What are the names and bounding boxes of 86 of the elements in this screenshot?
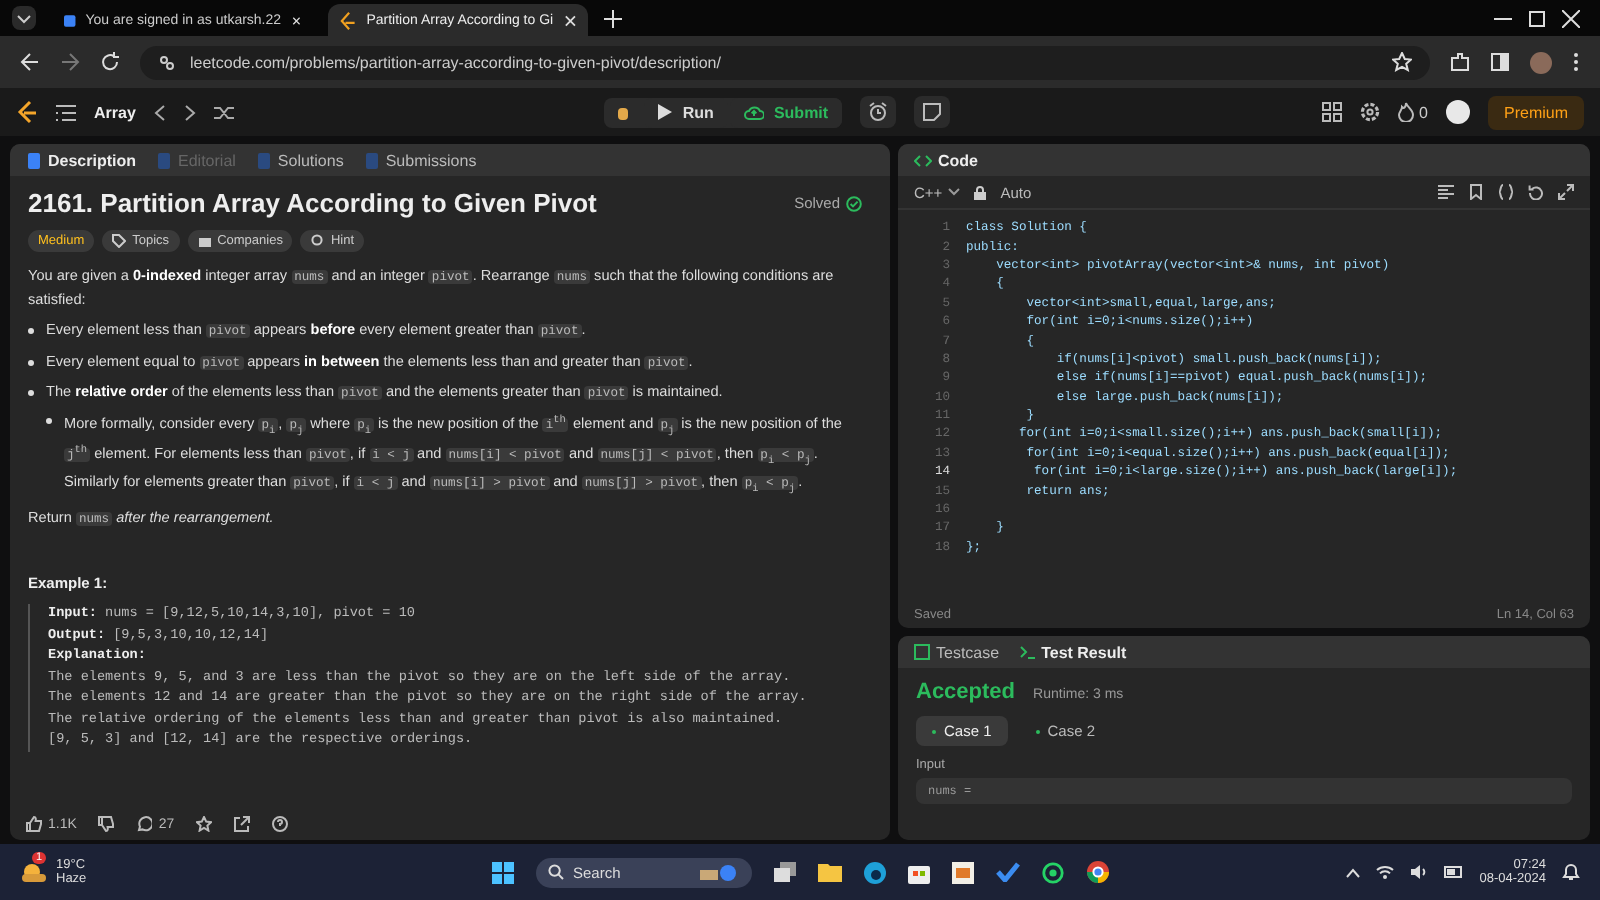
side-panel-icon[interactable] bbox=[1490, 52, 1510, 72]
play-icon bbox=[658, 104, 673, 120]
close-icon[interactable] bbox=[563, 13, 576, 27]
document-icon bbox=[26, 151, 42, 169]
store-icon[interactable] bbox=[907, 861, 929, 883]
widget-drawing bbox=[695, 863, 739, 881]
avatar-icon[interactable] bbox=[1446, 100, 1470, 124]
bug-icon bbox=[614, 103, 633, 121]
folder-icon[interactable] bbox=[817, 862, 841, 882]
list-icon[interactable] bbox=[56, 103, 76, 121]
tab-search-button[interactable] bbox=[12, 6, 36, 30]
dislike-icon[interactable] bbox=[98, 816, 115, 832]
app-icon[interactable] bbox=[951, 861, 973, 883]
panel-tab[interactable]: Test Result bbox=[1019, 643, 1127, 661]
expand-icon[interactable] bbox=[1558, 184, 1574, 200]
forward-icon[interactable] bbox=[60, 52, 80, 72]
panel-tab[interactable]: Testcase bbox=[914, 643, 1000, 661]
star-icon[interactable] bbox=[196, 816, 213, 832]
terminal-icon bbox=[1019, 644, 1036, 660]
search-icon bbox=[547, 864, 563, 880]
alarm-clock-icon bbox=[868, 102, 889, 122]
problem-title: 2161. Partition Array According to Given Pivot bbox=[28, 188, 599, 218]
tag-icon bbox=[112, 234, 127, 248]
maximize-icon[interactable] bbox=[1528, 9, 1546, 27]
notes-button[interactable] bbox=[914, 96, 951, 128]
address-bar[interactable]: leetcode.com/problems/partition-array-according-to-given-pivot/description/ bbox=[140, 45, 1430, 79]
document-icon bbox=[255, 151, 272, 169]
close-icon[interactable] bbox=[291, 13, 300, 27]
bullet-dot bbox=[46, 417, 52, 423]
panel-tab[interactable]: Code bbox=[914, 151, 978, 169]
flame-icon bbox=[1397, 102, 1414, 122]
speaker-icon[interactable] bbox=[1409, 864, 1428, 880]
verdict-label: Accepted bbox=[916, 680, 1016, 704]
star-icon[interactable] bbox=[1392, 52, 1412, 72]
back-icon[interactable] bbox=[20, 52, 40, 72]
format-icon[interactable] bbox=[1438, 184, 1454, 200]
lock-icon bbox=[974, 185, 987, 199]
checkbox-icon bbox=[914, 644, 930, 660]
site-icon bbox=[64, 11, 76, 29]
timer-button[interactable] bbox=[860, 96, 897, 128]
site-icon bbox=[340, 11, 357, 29]
braces-icon[interactable] bbox=[1498, 184, 1514, 200]
problem-list-link[interactable]: Array bbox=[94, 103, 136, 121]
chevron-right-icon[interactable] bbox=[183, 103, 196, 121]
new-tab-icon[interactable] bbox=[604, 9, 622, 27]
chevron-left-icon[interactable] bbox=[153, 103, 166, 121]
code-icon bbox=[914, 153, 932, 167]
panel-tab[interactable]: Submissions bbox=[363, 151, 477, 169]
windows-logo-icon[interactable] bbox=[491, 861, 513, 883]
bullet-dot bbox=[28, 328, 34, 334]
bullet-dot bbox=[28, 390, 34, 396]
panel-tab[interactable]: Solutions bbox=[255, 151, 344, 169]
browser-icon[interactable] bbox=[863, 861, 885, 883]
wifi-icon[interactable] bbox=[1375, 864, 1394, 880]
chevron-down-icon bbox=[948, 188, 961, 196]
checkmark-icon[interactable] bbox=[995, 862, 1019, 882]
share-icon[interactable] bbox=[234, 816, 251, 832]
settings-icon[interactable] bbox=[1359, 102, 1380, 122]
task-view-icon[interactable] bbox=[773, 862, 795, 882]
chevron-down-icon bbox=[16, 10, 32, 26]
shuffle-icon[interactable] bbox=[213, 103, 234, 121]
note-icon bbox=[922, 102, 943, 122]
grid-icon[interactable] bbox=[1321, 102, 1342, 122]
document-icon bbox=[363, 151, 380, 169]
cloud-upload-icon bbox=[743, 104, 764, 120]
site-info-icon[interactable] bbox=[158, 53, 176, 71]
bullet-dot bbox=[28, 359, 34, 365]
streak-counter[interactable]: 0 bbox=[1397, 102, 1428, 122]
premium-button[interactable]: Premium bbox=[1488, 95, 1585, 129]
notification-bell-icon[interactable] bbox=[1562, 862, 1580, 882]
comment-icon bbox=[136, 816, 153, 832]
chrome-icon[interactable] bbox=[1085, 860, 1109, 884]
reset-icon[interactable] bbox=[1528, 184, 1544, 200]
check-circle-icon bbox=[846, 195, 862, 211]
thumbs-up-icon bbox=[26, 816, 42, 832]
battery-icon[interactable] bbox=[1443, 866, 1464, 878]
logo-icon[interactable] bbox=[16, 100, 38, 124]
close-icon[interactable] bbox=[1562, 9, 1580, 27]
extensions-icon[interactable] bbox=[1450, 52, 1470, 72]
reload-icon[interactable] bbox=[100, 52, 120, 72]
help-icon[interactable] bbox=[272, 816, 289, 832]
chevron-up-icon[interactable] bbox=[1345, 867, 1360, 877]
more-icon[interactable] bbox=[1572, 52, 1580, 72]
panel-tab[interactable]: Description bbox=[26, 151, 137, 169]
document-icon bbox=[156, 151, 173, 169]
bookmark-icon[interactable] bbox=[1468, 184, 1484, 200]
